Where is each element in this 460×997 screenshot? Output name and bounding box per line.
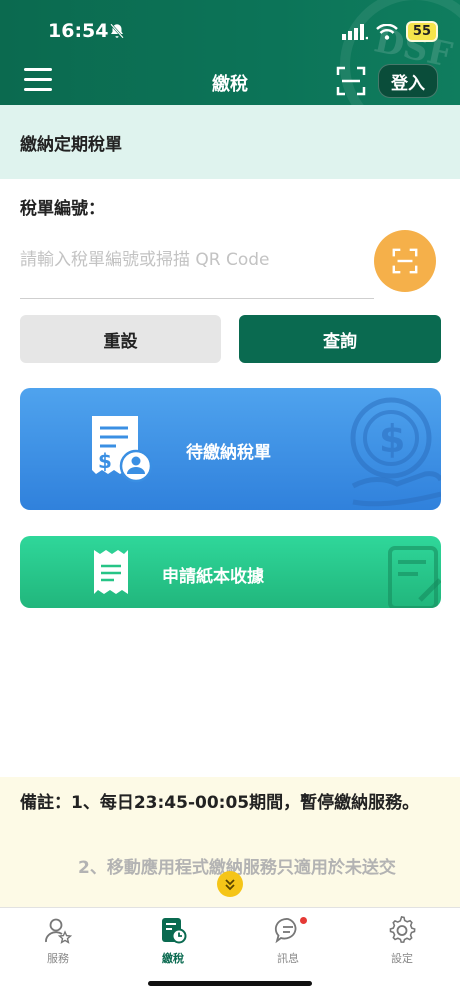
tab-settings-label: 設定 bbox=[391, 952, 413, 965]
wifi-icon bbox=[376, 23, 398, 40]
app-screen: DSF 16:54 55 繳稅 登入 繳納定期稅單 稅單編號： 請輸入稅單編號或… bbox=[0, 0, 460, 997]
tab-messages[interactable]: 訊息 bbox=[248, 916, 328, 972]
tax-bill-icon bbox=[162, 918, 187, 944]
double-chevron-down-icon bbox=[225, 879, 235, 891]
tab-settings[interactable]: 設定 bbox=[362, 916, 442, 972]
home-indicator bbox=[148, 981, 312, 986]
notice-panel: 備註： 1、每日23:45-00:05期間，暫停繳納服務。 2、移動應用程式繳納… bbox=[0, 777, 460, 907]
pending-tax-bills-card[interactable]: $ 待繳納稅單 $ bbox=[20, 388, 441, 510]
status-indicators: 55 bbox=[341, 21, 438, 42]
document-edit-icon bbox=[388, 546, 441, 608]
gear-icon bbox=[389, 916, 416, 943]
receipt-icon bbox=[94, 550, 128, 594]
expand-notice-button[interactable] bbox=[217, 871, 243, 897]
paper-receipt-label: 申請紙本收據 bbox=[162, 567, 264, 587]
query-button[interactable]: 查詢 bbox=[239, 315, 441, 363]
notice-label: 備註： bbox=[20, 793, 71, 813]
scan-qr-icon bbox=[392, 248, 418, 274]
battery-level: 55 bbox=[405, 21, 438, 42]
notice-text-1: 1、每日23:45-00:05期間，暫停繳納服務。 bbox=[71, 793, 420, 813]
bill-user-icon: $ bbox=[92, 416, 153, 483]
status-time: 16:54 bbox=[48, 20, 109, 42]
scan-qr-button[interactable] bbox=[374, 230, 436, 292]
section-title: 繳納定期稅單 bbox=[0, 105, 460, 179]
signal-icon bbox=[341, 23, 368, 40]
input-underline bbox=[20, 298, 374, 299]
app-header: DSF 16:54 55 繳稅 登入 bbox=[0, 0, 460, 105]
tab-services[interactable]: 服務 bbox=[18, 916, 98, 972]
reset-button[interactable]: 重設 bbox=[20, 315, 221, 363]
tab-services-label: 服務 bbox=[47, 952, 69, 965]
pending-tax-bills-label: 待繳納稅單 bbox=[186, 443, 271, 463]
svg-text:$: $ bbox=[98, 449, 112, 473]
login-button[interactable]: 登入 bbox=[378, 64, 438, 98]
unread-badge bbox=[300, 917, 307, 924]
scan-qr-icon[interactable] bbox=[336, 66, 366, 96]
chat-icon bbox=[274, 918, 297, 944]
user-star-icon bbox=[45, 918, 72, 944]
tab-pay-tax[interactable]: 繳稅 bbox=[133, 916, 213, 972]
notice-item-1: 備註： 1、每日23:45-00:05期間，暫停繳納服務。 bbox=[20, 791, 430, 815]
paper-receipt-card[interactable]: 申請紙本收據 bbox=[20, 536, 441, 608]
tab-pay-tax-label: 繳稅 bbox=[162, 952, 184, 965]
tax-number-input[interactable] bbox=[20, 240, 374, 280]
bell-off-icon bbox=[110, 23, 124, 39]
svg-text:$: $ bbox=[379, 417, 405, 461]
coin-hand-icon: $ bbox=[350, 397, 441, 507]
tax-number-label: 稅單編號： bbox=[20, 199, 105, 219]
tab-messages-label: 訊息 bbox=[277, 952, 299, 965]
